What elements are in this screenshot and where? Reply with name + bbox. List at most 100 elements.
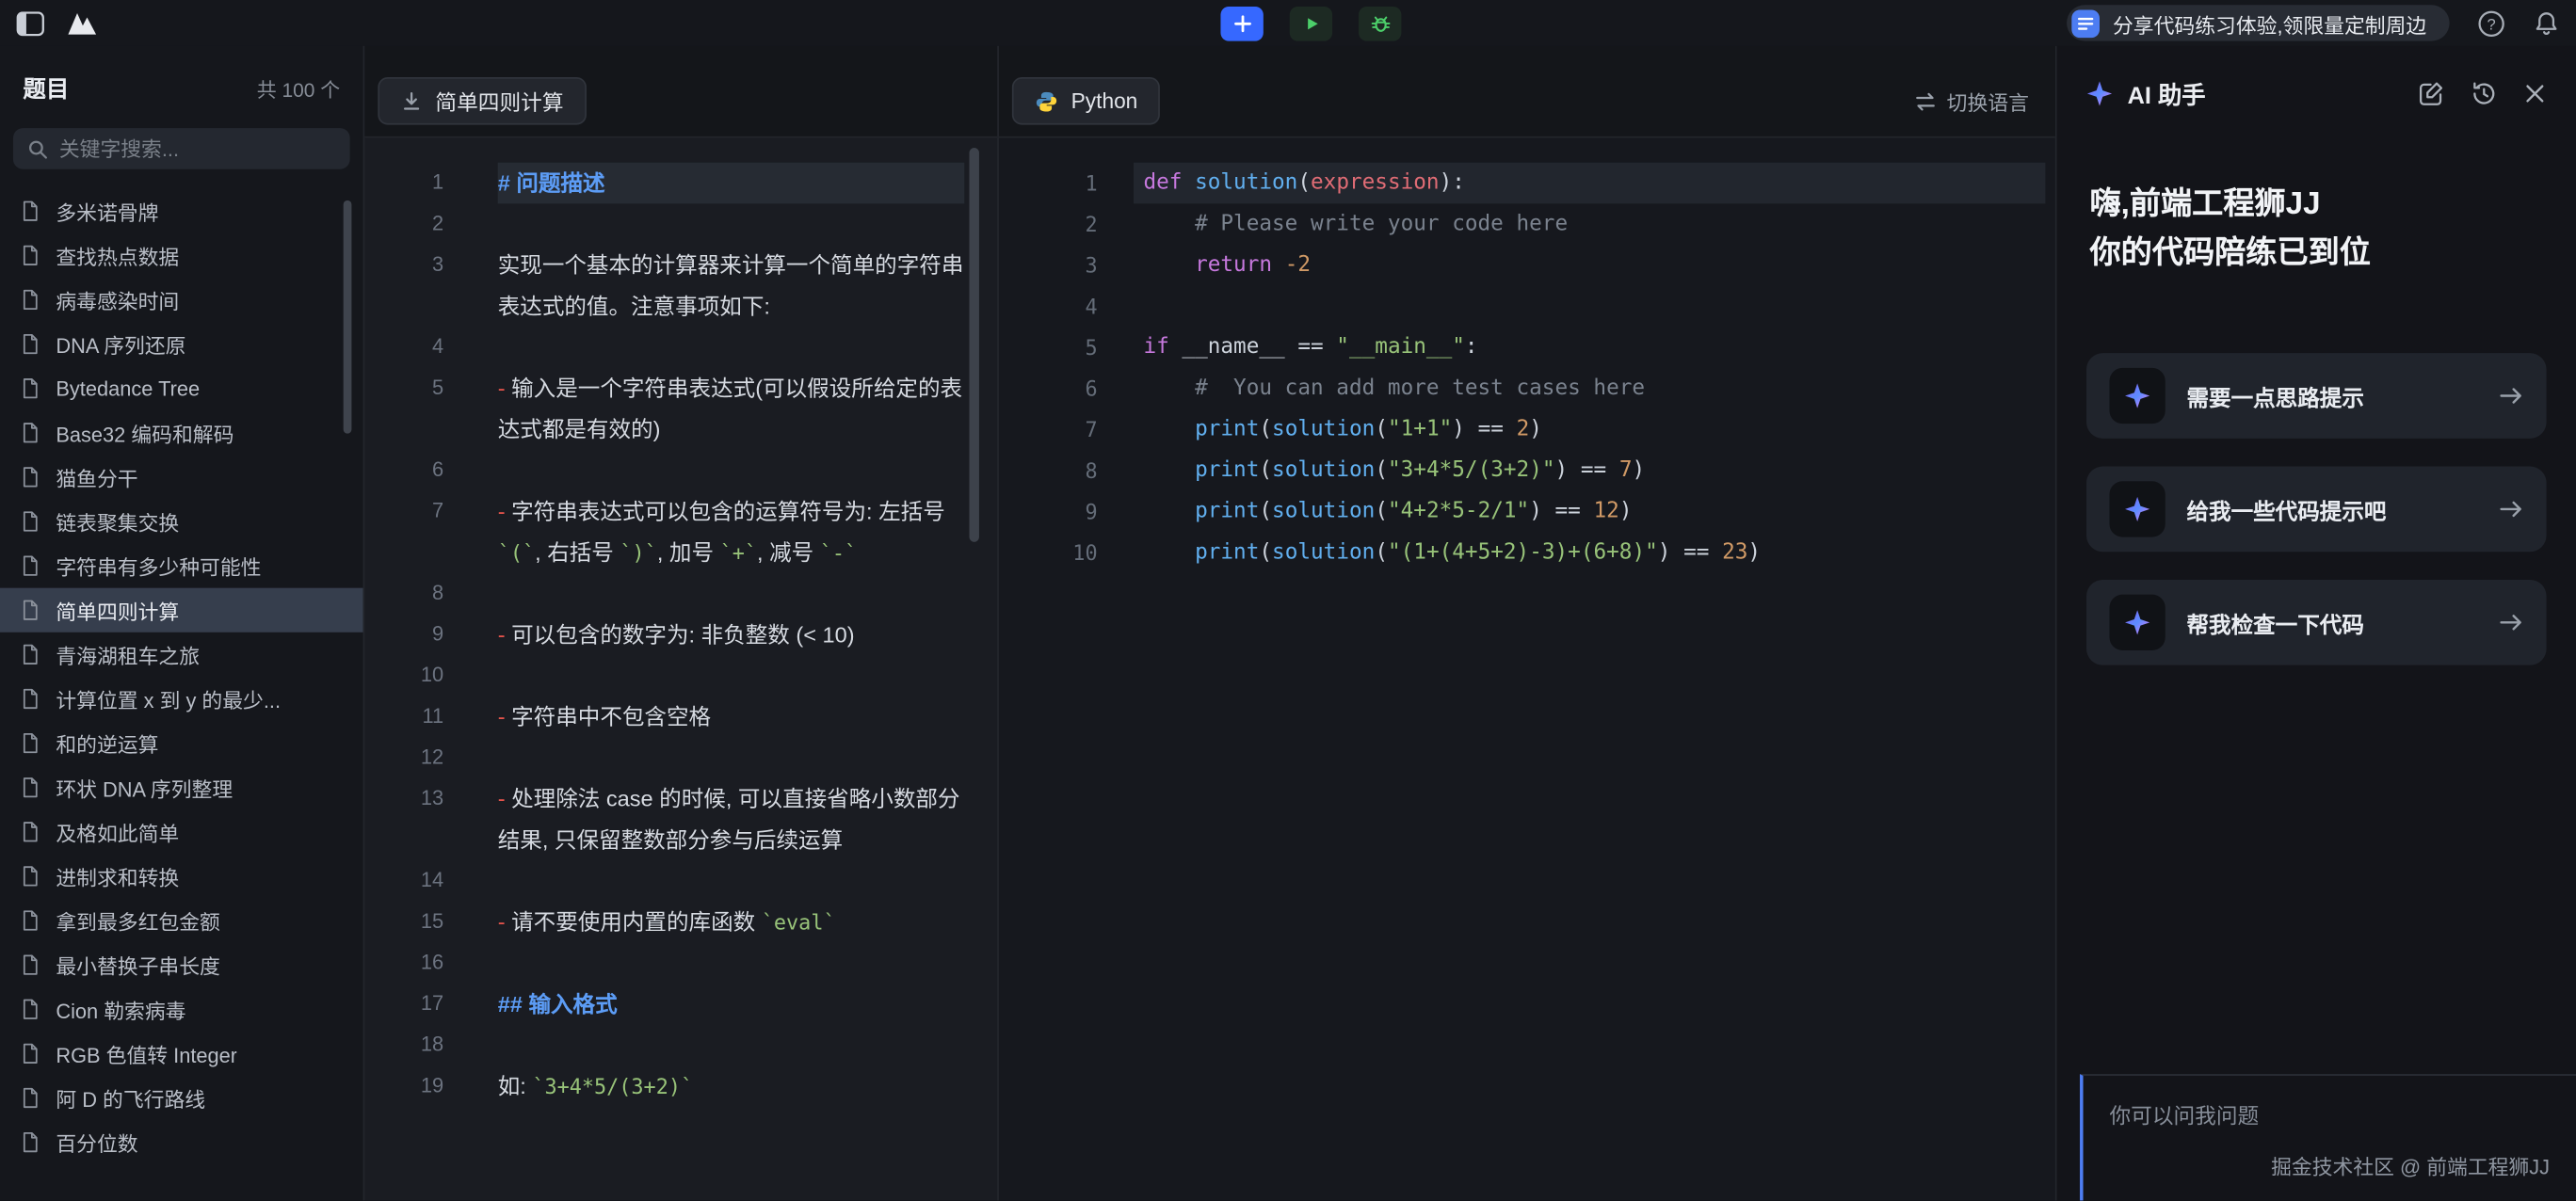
document-icon <box>20 245 41 266</box>
sidebar-item[interactable]: Cion 勒索病毒 <box>0 987 363 1032</box>
sidebar-item[interactable]: 拿到最多红包金额 <box>0 898 363 942</box>
sidebar-item-label: 多米诺骨牌 <box>56 196 158 227</box>
search-input[interactable] <box>59 137 335 160</box>
document-icon <box>20 999 41 1020</box>
document-icon <box>20 467 41 488</box>
sidebar-item[interactable]: 百分位数 <box>0 1120 363 1164</box>
code-line: 1def solution(expression): <box>999 163 2055 204</box>
sidebar-item[interactable]: 和的逆运算 <box>0 721 363 765</box>
sidebar-title: 题目 <box>23 72 69 105</box>
problem-scrollbar[interactable] <box>969 148 978 542</box>
sidebar-item[interactable]: 病毒感染时间 <box>0 278 363 322</box>
new-button[interactable] <box>1220 6 1263 40</box>
ai-greeting-line1: 嗨,前端工程狮JJ <box>2090 181 2544 230</box>
ai-suggestion-label: 帮我检查一下代码 <box>2186 606 2363 639</box>
sidebar-item-label: 病毒感染时间 <box>56 284 179 315</box>
editor-tabbar: Python 切换语言 <box>999 46 2055 138</box>
help-icon[interactable]: ? <box>2477 9 2505 38</box>
language-tab[interactable]: Python <box>1012 77 1161 125</box>
sidebar-item[interactable]: 进制求和转换 <box>0 854 363 898</box>
problem-line: 16 <box>364 943 997 985</box>
sidebar-item-label: 阿 D 的飞行路线 <box>56 1082 205 1113</box>
document-icon <box>20 821 41 842</box>
document-icon <box>20 555 41 577</box>
problem-line: 17## 输入格式 <box>364 984 997 1025</box>
sidebar-item-label: Bytedance Tree <box>56 376 200 399</box>
sidebar-item[interactable]: 计算位置 x 到 y 的最少... <box>0 677 363 721</box>
sidebar-item[interactable]: 及格如此简单 <box>0 809 363 854</box>
ai-greeting: 嗨,前端工程狮JJ 你的代码陪练已到位 <box>2057 181 2576 280</box>
sidebar-item[interactable]: 最小替换子串长度 <box>0 943 363 987</box>
problem-line: 5- 输入是一个字符串表达式(可以假设所给定的表达式都是有效的) <box>364 368 997 450</box>
problem-line: 12 <box>364 737 997 778</box>
sidebar-item[interactable]: 链表聚集交换 <box>0 499 363 543</box>
search-box[interactable] <box>13 128 350 169</box>
problem-sidebar: 题目 共 100 个 多米诺骨牌 查找热点数据 病 <box>0 46 364 1201</box>
arrow-right-icon <box>2499 613 2523 633</box>
sidebar-item[interactable]: 猫鱼分干 <box>0 455 363 499</box>
document-icon <box>20 200 41 222</box>
sidebar-item[interactable]: 多米诺骨牌 <box>0 189 363 233</box>
ai-input-box[interactable]: 你可以问我问题 掘金技术社区 @ 前端工程狮JJ <box>2080 1074 2576 1200</box>
editor-panel: Python 切换语言 1def solution(expression):2 … <box>999 46 2057 1201</box>
document-icon <box>20 289 41 311</box>
python-icon <box>1035 89 1057 112</box>
problem-line: 4 <box>364 327 997 368</box>
code-line: 5if __name__ == "__main__": <box>999 327 2055 368</box>
svg-text:?: ? <box>2487 15 2496 33</box>
document-icon <box>20 333 41 355</box>
sidebar-item[interactable]: Bytedance Tree <box>0 366 363 410</box>
document-icon <box>20 600 41 621</box>
sidebar-item-label: 字符串有多少种可能性 <box>56 551 261 582</box>
sidebar-item[interactable]: 简单四则计算 <box>0 588 363 633</box>
problem-line: 2 <box>364 203 997 245</box>
problem-body: 1# 问题描述23实现一个基本的计算器来计算一个简单的字符串表达式的值。注意事项… <box>364 138 997 1201</box>
history-icon[interactable] <box>2471 81 2497 107</box>
code-editor[interactable]: 1def solution(expression):2 # Please wri… <box>999 138 2055 1201</box>
bell-icon[interactable] <box>2534 9 2560 38</box>
problem-line: 9- 可以包含的数字为: 非负整数 (< 10) <box>364 615 997 656</box>
sidebar-item[interactable]: 字符串有多少种可能性 <box>0 544 363 588</box>
document-icon <box>20 644 41 665</box>
sidebar-item[interactable]: RGB 色值转 Integer <box>0 1032 363 1076</box>
share-banner[interactable]: 分享代码练习体验,领限量定制周边 <box>2067 5 2450 40</box>
debug-button[interactable] <box>1359 6 1401 40</box>
problem-line: 15- 请不要使用内置的库函数 `eval` <box>364 902 997 943</box>
sidebar-scrollbar[interactable] <box>344 200 352 434</box>
sidebar-toggle-icon[interactable] <box>16 10 44 35</box>
problem-panel: 简单四则计算 1# 问题描述23实现一个基本的计算器来计算一个简单的字符串表达式… <box>364 46 999 1201</box>
ai-suggestion-card[interactable]: 需要一点思路提示 <box>2086 353 2547 439</box>
close-icon[interactable] <box>2523 82 2546 104</box>
code-line: 4 <box>999 286 2055 328</box>
ai-suggestion-card[interactable]: 帮我检查一下代码 <box>2086 580 2547 665</box>
sidebar-item-label: 计算位置 x 到 y 的最少... <box>56 683 281 714</box>
banner-icon <box>2071 9 2100 38</box>
problem-line: 14 <box>364 860 997 902</box>
sidebar-item[interactable]: Base32 编码和解码 <box>0 410 363 455</box>
ai-suggestion-card[interactable]: 给我一些代码提示吧 <box>2086 467 2547 552</box>
sidebar-item[interactable]: 青海湖租车之旅 <box>0 633 363 677</box>
sidebar-item[interactable]: 阿 D 的飞行路线 <box>0 1076 363 1120</box>
sidebar-item-label: 链表聚集交换 <box>56 505 179 536</box>
problem-line: 1# 问题描述 <box>364 163 997 204</box>
new-chat-icon[interactable] <box>2418 81 2444 107</box>
ai-title-label: AI 助手 <box>2128 76 2206 111</box>
problem-line: 11- 字符串中不包含空格 <box>364 697 997 738</box>
sparkle-icon <box>2109 481 2165 536</box>
problem-line: 6 <box>364 450 997 491</box>
arrow-right-icon <box>2499 499 2523 519</box>
code-line: 2 # Please write your code here <box>999 203 2055 245</box>
code-line: 10 print(solution("(1+(4+5+2)-3)+(6+8)")… <box>999 532 2055 573</box>
document-icon <box>20 1131 41 1153</box>
document-icon <box>20 1043 41 1065</box>
sidebar-item[interactable]: 环状 DNA 序列整理 <box>0 765 363 809</box>
sidebar-item-label: 拿到最多红包金额 <box>56 905 220 936</box>
problem-line: 10 <box>364 655 997 697</box>
problem-tab[interactable]: 简单四则计算 <box>378 77 587 125</box>
run-button[interactable] <box>1290 6 1332 40</box>
problem-line: 7- 字符串表达式可以包含的运算符号为: 左括号 `(`, 右括号 `)`, 加… <box>364 491 997 573</box>
sidebar-item-label: DNA 序列还原 <box>56 328 185 360</box>
sidebar-item[interactable]: 查找热点数据 <box>0 233 363 278</box>
switch-language-button[interactable]: 切换语言 <box>1914 77 2042 125</box>
sidebar-item[interactable]: DNA 序列还原 <box>0 322 363 366</box>
